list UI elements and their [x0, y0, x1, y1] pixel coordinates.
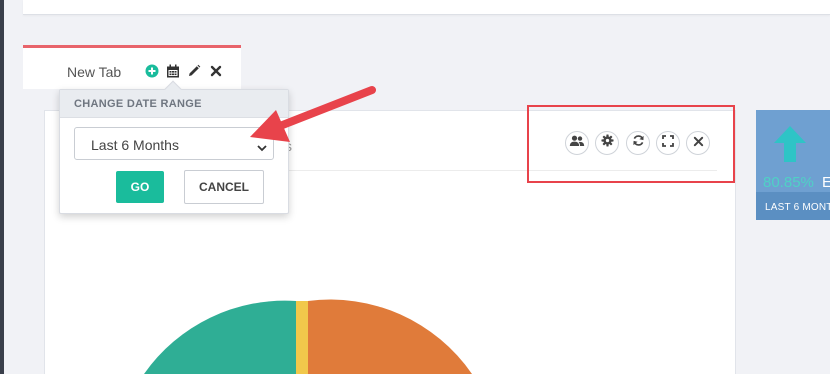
popover-title: CHANGE DATE RANGE	[74, 98, 202, 110]
date-range-value: Last 6 Months	[91, 137, 179, 153]
tab-new-tab[interactable]: New Tab	[23, 45, 241, 89]
cancel-button[interactable]: CANCEL	[184, 170, 264, 204]
plus-circle-icon[interactable]	[145, 64, 159, 78]
stat-label-partial: E	[822, 174, 830, 191]
annotation-arrow	[250, 86, 376, 142]
stat-card[interactable]: 80.85% E LAST 6 MONT	[756, 110, 830, 220]
stat-subtitle: LAST 6 MONT	[765, 202, 830, 213]
close-icon[interactable]	[209, 64, 223, 78]
top-panel	[23, 0, 830, 15]
pie-slice-teal	[144, 300, 296, 374]
tab-label[interactable]: New Tab	[67, 64, 121, 80]
annotation-highlight-box	[527, 105, 735, 183]
pie-slice-orange	[308, 299, 472, 374]
calendar-icon[interactable]	[166, 64, 180, 78]
sidebar-edge	[0, 0, 4, 374]
arrow-up-icon	[772, 124, 808, 169]
pencil-icon[interactable]	[187, 64, 201, 78]
pie-slice-yellow	[296, 301, 308, 374]
stat-value: 80.85%	[763, 174, 814, 191]
go-button[interactable]: GO	[116, 171, 164, 203]
pie-chart	[144, 299, 472, 374]
